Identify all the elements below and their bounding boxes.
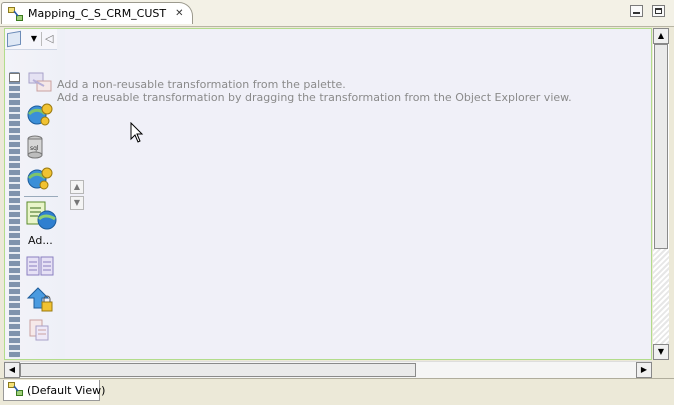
palette-scroll-down-icon[interactable]: ▼ (70, 196, 84, 210)
palette-icon[interactable] (7, 30, 21, 48)
default-view-label: (Default View) (27, 383, 106, 397)
mapping-icon (8, 6, 23, 21)
default-view-tab[interactable]: (Default View) (3, 380, 105, 401)
palette-scroll-up-icon[interactable]: ▲ (70, 180, 84, 194)
palette-toolbar: ▼ ◁ (5, 29, 57, 50)
scroll-down-icon[interactable]: ▼ (653, 344, 669, 360)
toolbar-separator (41, 32, 42, 46)
palette-separator (24, 196, 58, 197)
hint-line-2: Add a reusable transformation by draggin… (57, 91, 572, 104)
collapse-icon[interactable]: ◁ (45, 32, 55, 46)
svg-text:sql: sql (30, 145, 39, 152)
transformation-icon[interactable] (26, 71, 56, 101)
maximize-icon[interactable] (652, 5, 665, 17)
canvas-hints: Add a non-reusable transformation from t… (57, 78, 572, 104)
globe-gear-icon[interactable] (26, 101, 56, 131)
palette-rail-handle[interactable] (9, 73, 20, 82)
scroll-corner (653, 361, 669, 377)
vertical-scrollbar[interactable]: ▲ ▼ (653, 28, 669, 360)
vertical-scroll-thumb[interactable] (654, 44, 668, 249)
editor-tab-title: Mapping_C_S_CRM_CUST (28, 7, 167, 20)
editor-tab-bar: Mapping_C_S_CRM_CUST ✕ (0, 0, 674, 27)
hint-line-1: Add a non-reusable transformation from t… (57, 78, 346, 91)
horizontal-scrollbar[interactable]: ◀ ▶ (4, 361, 652, 378)
table-icon[interactable] (26, 254, 56, 284)
close-icon[interactable]: ✕ (175, 8, 183, 19)
dropdown-icon[interactable]: ▼ (29, 32, 39, 46)
scroll-up-icon[interactable]: ▲ (653, 28, 669, 44)
palette-item-label: Ad... (28, 234, 53, 247)
address-globe-icon[interactable] (25, 200, 57, 230)
minimize-icon[interactable] (630, 5, 643, 17)
vertical-scroll-track[interactable] (653, 249, 669, 344)
document-icon[interactable] (26, 318, 56, 348)
palette-drag-rail (9, 72, 20, 358)
editor-tab[interactable]: Mapping_C_S_CRM_CUST ✕ (1, 2, 193, 24)
globe-gear-icon-2[interactable] (26, 165, 56, 195)
horizontal-scroll-thumb[interactable] (20, 363, 416, 377)
mouse-cursor-icon (130, 121, 144, 147)
scroll-right-icon[interactable]: ▶ (636, 362, 652, 378)
view-tab-bar: (Default View) (0, 378, 674, 405)
scroll-left-icon[interactable]: ◀ (4, 362, 20, 378)
mapping-view-icon (8, 381, 23, 399)
sql-icon[interactable]: sql (26, 135, 56, 165)
upload-lock-icon[interactable] (26, 286, 56, 316)
